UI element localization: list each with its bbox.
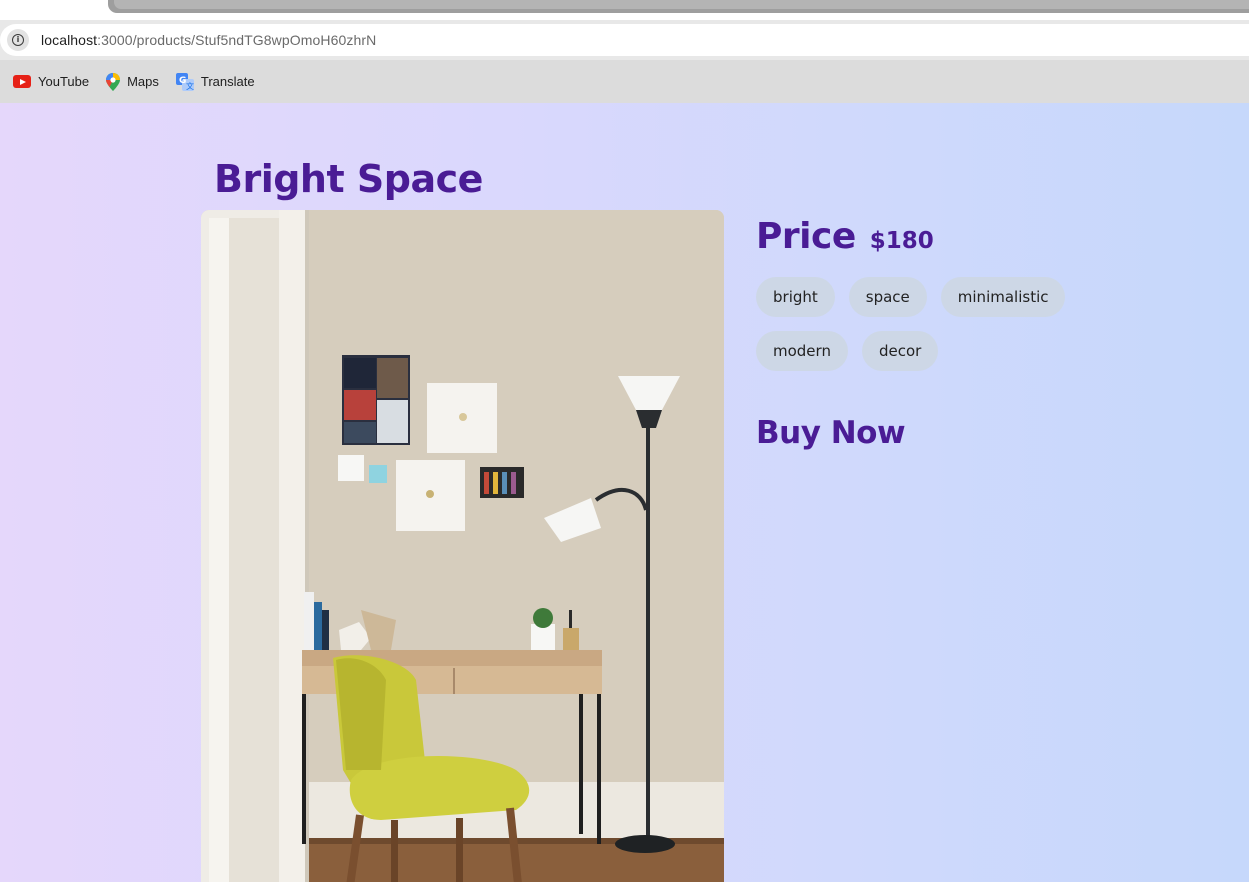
price-label: Price [756,216,856,257]
url-field[interactable]: i localhost:3000/products/Stuf5ndTG8wpOm… [0,24,1249,56]
tag-minimalistic[interactable]: minimalistic [940,277,1066,317]
maps-icon [106,72,121,91]
tag-space[interactable]: space [848,277,927,317]
bookmarks-bar: YouTube Maps G 文 Translate [0,60,1249,103]
buy-now-button[interactable]: Buy Now [756,415,906,451]
active-tab-edge[interactable] [108,0,1249,13]
bookmark-label: YouTube [38,74,90,89]
tag-list: bright space minimalistic modern decor [756,277,1096,385]
product-page: Bright Space Price $180 bright space min… [0,103,1249,882]
bookmark-youtube[interactable]: YouTube [13,74,89,89]
product-image [201,210,724,882]
translate-icon: G 文 [175,72,194,91]
bookmark-translate[interactable]: G 文 Translate [175,72,255,91]
tag-bright[interactable]: bright [756,277,835,317]
price-value: $180 [869,228,934,254]
tag-modern[interactable]: modern [756,331,848,371]
bookmark-label: Translate [200,74,255,89]
svg-text:文: 文 [186,81,194,91]
product-title: Bright Space [214,157,483,201]
address-bar: i localhost:3000/products/Stuf5ndTG8wpOm… [0,20,1249,60]
bookmark-maps[interactable]: Maps [106,72,159,91]
site-info-icon[interactable]: i [7,29,29,51]
url-text[interactable]: localhost:3000/products/Stuf5ndTG8wpOmoH… [41,32,376,48]
tab-strip [0,0,1249,20]
youtube-icon [13,75,31,88]
bookmark-label: Maps [127,74,159,89]
tag-decor[interactable]: decor [861,331,939,371]
url-path: :3000/products/Stuf5ndTG8wpOmoH60zhrN [97,32,377,48]
price-row: Price $180 [756,216,934,257]
url-host: localhost [41,32,98,48]
